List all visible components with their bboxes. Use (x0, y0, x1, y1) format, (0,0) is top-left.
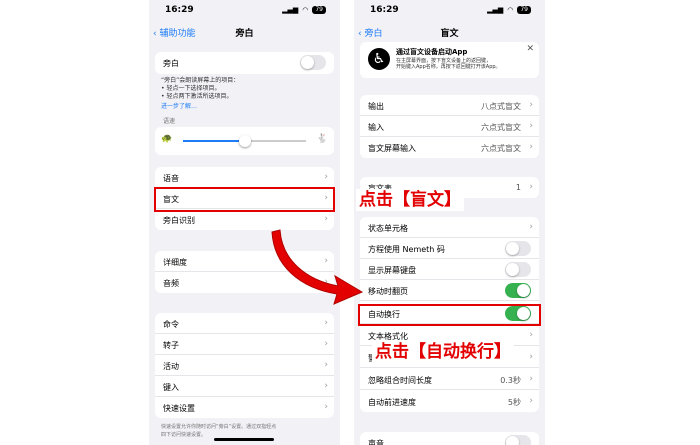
voiceover-toggle-group: 旁白 (155, 52, 334, 74)
row-ignore-chord[interactable]: 忽略组合时间长度 0.3秒 › (360, 369, 539, 390)
chevron-right-icon: › (529, 182, 533, 192)
page-title: 盲文 (440, 29, 459, 39)
nav-bar: ‹ 辅助功能 旁白 (149, 22, 340, 44)
status-icons: ▂▄▆ ◠ 79 (487, 6, 531, 14)
nav-bar: ‹ 旁白 盲文 (354, 22, 545, 44)
speech-rate-fill (183, 140, 245, 142)
row-speech[interactable]: 语音 › (155, 167, 334, 188)
chevron-right-icon: › (529, 142, 533, 152)
chevron-right-icon: › (529, 374, 533, 384)
braille-settings-screen: 16:29 ▂▄▆ ◠ 79 ‹ 旁白 盲文 ♿ 通过盲文设备启动App 在主屏… (354, 0, 545, 445)
launch-app-banner: ♿ 通过盲文设备启动App 在主屏幕界面，按下盲文设备上的返回键， 开始键入Ap… (360, 42, 539, 78)
speech-rate-label: 语速 (163, 118, 176, 125)
status-bar: 16:29 ▂▄▆ ◠ 79 (149, 0, 340, 20)
braille-callout: 点击【盲文】 (356, 189, 464, 211)
row-sound: 声音 (360, 432, 539, 445)
close-icon[interactable]: ✕ (526, 44, 534, 54)
chevron-right-icon: › (324, 214, 328, 224)
arrow-icon (271, 229, 364, 305)
chevron-right-icon: › (529, 121, 533, 131)
row-turn-pages: 移动时翻页 (360, 280, 539, 301)
voiceover-row: 旁白 (155, 52, 334, 73)
turtle-icon: 🐢 (161, 134, 173, 144)
turn-pages-toggle[interactable] (505, 283, 531, 298)
chevron-right-icon: › (324, 339, 328, 349)
wifi-icon: ◠ (507, 6, 514, 14)
row-auto-advance[interactable]: 自动前进速度 5秒 › (360, 391, 539, 412)
quick-settings-footer: 快速设置允许你随时访问“旁白”设置。通过双指轻点 四下访问快速设置。 (161, 424, 277, 438)
chevron-right-icon: › (529, 352, 533, 362)
signal-icon: ▂▄▆ (487, 6, 504, 14)
row-onscreen-keyboard: 显示屏幕键盘 (360, 259, 539, 280)
speech-rate-slider[interactable] (183, 135, 306, 147)
auto-wrap-callout: 点击【自动换行】 (372, 341, 514, 363)
chevron-right-icon: › (529, 330, 533, 340)
sound-toggle[interactable] (505, 435, 531, 445)
status-icons: ▂▄▆ ◠ 79 (282, 6, 326, 14)
keyboard-toggle[interactable] (505, 262, 531, 277)
chevron-right-icon: › (324, 381, 328, 391)
accessibility-icon: ♿ (368, 48, 390, 70)
status-bar: 16:29 ▂▄▆ ◠ 79 (354, 0, 545, 20)
row-output[interactable]: 输出 八点式盲文 › (360, 95, 539, 116)
chevron-right-icon: › (529, 222, 533, 232)
chevron-right-icon: › (324, 172, 328, 182)
voiceover-settings-screen: 16:29 ▂▄▆ ◠ 79 ‹ 辅助功能 旁白 旁白 “旁白”会朗读屏幕上的项… (149, 0, 340, 445)
settings-group-3: 命令 › 转子 › 活动 › 键入 › 快速设置 › (155, 313, 334, 418)
banner-text: 在主屏幕界面，按下盲文设备上的返回键， 开始键入App名称，再按下返回键打开该A… (396, 58, 501, 70)
chevron-right-icon: › (324, 402, 328, 412)
chevron-right-icon: › (529, 100, 533, 110)
signal-icon: ▂▄▆ (282, 6, 299, 14)
row-status-cells[interactable]: 状态单元格 › (360, 217, 539, 238)
wifi-icon: ◠ (302, 6, 309, 14)
row-braille-screen-input[interactable]: 盲文屏幕输入 六点式盲文 › (360, 137, 539, 158)
battery-icon: 79 (312, 6, 326, 14)
row-rotor[interactable]: 转子 › (155, 334, 334, 355)
chevron-right-icon: › (324, 318, 328, 328)
speech-rate-knob[interactable] (238, 135, 251, 147)
status-time: 16:29 (165, 5, 194, 15)
sound-group: 声音 (360, 432, 539, 445)
row-nemeth: 方程使用 Nemeth 码 (360, 238, 539, 259)
word-wrap-highlight-box (358, 304, 541, 326)
chevron-right-icon: › (324, 360, 328, 370)
braille-highlight-box (154, 187, 335, 212)
row-input[interactable]: 输入 六点式盲文 › (360, 116, 539, 137)
row-commands[interactable]: 命令 › (155, 313, 334, 334)
voiceover-description: “旁白”会朗读屏幕上的项目： • 轻点一下选择项目。 • 轻点两下激活所选项目。… (161, 77, 240, 111)
nemeth-toggle[interactable] (505, 241, 531, 256)
row-activities[interactable]: 活动 › (155, 355, 334, 376)
status-time: 16:29 (370, 5, 399, 15)
speech-rate-group: 🐢 🐇 (155, 127, 334, 155)
rabbit-icon: 🐇 (316, 134, 328, 144)
voiceover-toggle[interactable] (300, 55, 326, 70)
learn-more-link[interactable]: 进一步了解… (161, 103, 239, 111)
page-title: 旁白 (235, 29, 254, 39)
banner-title: 通过盲文设备启动App (396, 48, 468, 56)
battery-icon: 79 (517, 6, 531, 14)
home-indicator (214, 438, 274, 441)
chevron-right-icon: › (529, 396, 533, 406)
io-group: 输出 八点式盲文 › 输入 六点式盲文 › 盲文屏幕输入 六点式盲文 › (360, 95, 539, 158)
row-typing[interactable]: 键入 › (155, 376, 334, 397)
row-quick-settings[interactable]: 快速设置 › (155, 397, 334, 418)
